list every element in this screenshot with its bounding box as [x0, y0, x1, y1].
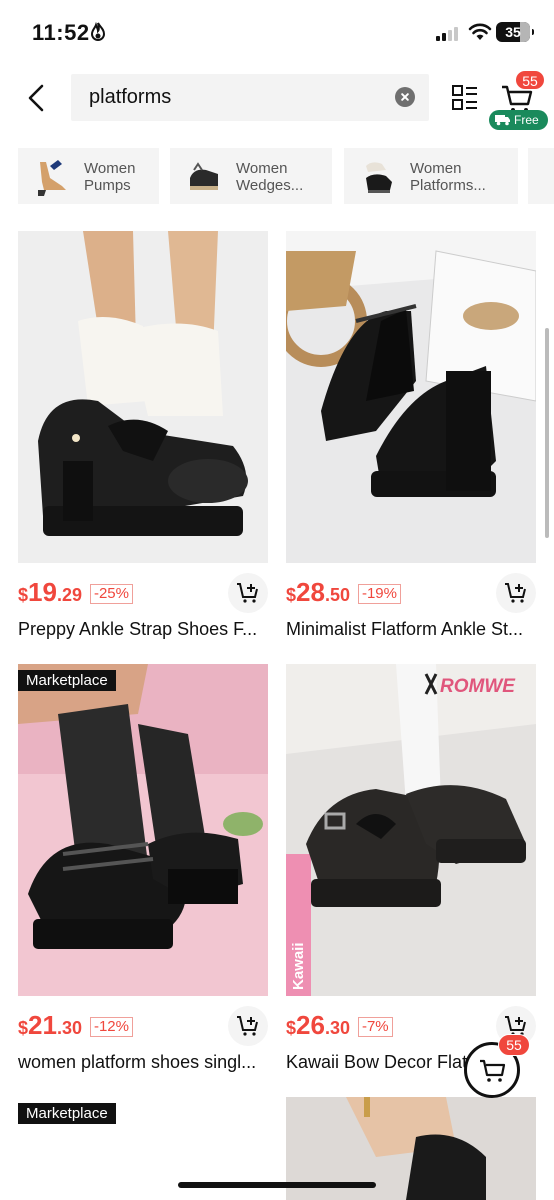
- price-integer: 28: [296, 577, 325, 607]
- chip-women-pumps[interactable]: Women Pumps: [18, 148, 159, 204]
- price-decimal: .50: [324, 585, 350, 605]
- price-currency: $: [18, 1018, 29, 1038]
- wifi-icon: [468, 23, 492, 40]
- marketplace-tag: Marketplace: [18, 1103, 116, 1124]
- product-card[interactable]: ROMWE Kawaii $ 26 .30 -7% Kawaii Bow Dec…: [286, 664, 536, 1084]
- cart-icon: [480, 1059, 506, 1082]
- price-decimal: .29: [56, 585, 82, 605]
- truck-icon: [495, 115, 510, 126]
- product-image[interactable]: [286, 664, 536, 996]
- scrollbar[interactable]: [545, 328, 549, 538]
- chip-more[interactable]: [528, 148, 554, 204]
- side-label: Kawaii: [290, 942, 307, 990]
- product-price: $ 28 .50 -19%: [286, 577, 401, 608]
- discount-badge: -19%: [357, 584, 401, 604]
- marketplace-tag: Marketplace: [18, 670, 116, 691]
- search-input[interactable]: platforms: [89, 86, 171, 109]
- add-to-cart-icon: [237, 583, 258, 603]
- product-image[interactable]: [18, 231, 268, 563]
- chip-women-wedges[interactable]: Women Wedges...: [170, 148, 332, 204]
- price-currency: $: [286, 1018, 297, 1038]
- add-to-cart-button[interactable]: [228, 1006, 268, 1046]
- home-indicator[interactable]: [178, 1182, 376, 1188]
- add-to-cart-button[interactable]: [228, 573, 268, 613]
- price-integer: 21: [28, 1010, 57, 1040]
- back-arrow-icon[interactable]: [24, 82, 48, 114]
- wedges-thumbnail-icon: [190, 162, 218, 190]
- chip-label: Women Pumps: [84, 160, 136, 194]
- discount-badge: -7%: [357, 1017, 393, 1037]
- product-price: $ 26 .30 -7%: [286, 1010, 393, 1041]
- free-shipping-badge: Free: [489, 110, 548, 130]
- cellular-signal-icon: [436, 25, 458, 41]
- category-chips: Women Pumps Women Wedges... Women Platfo…: [18, 148, 554, 204]
- chip-label: Women Wedges...: [236, 160, 304, 194]
- price-currency: $: [18, 585, 29, 605]
- product-card[interactable]: Marketplace $ 21 .30 -12% women platform…: [18, 664, 268, 1084]
- product-price: $ 21 .30 -12%: [18, 1010, 133, 1041]
- product-title[interactable]: Minimalist Flatform Ankle St...: [286, 619, 536, 640]
- product-title[interactable]: Preppy Ankle Strap Shoes F...: [18, 619, 268, 640]
- pumps-thumbnail-icon: [38, 160, 66, 196]
- search-bar[interactable]: platforms: [71, 74, 429, 121]
- price-integer: 26: [296, 1010, 325, 1040]
- price-decimal: .30: [56, 1018, 82, 1038]
- product-card[interactable]: $ 28 .50 -19% Minimalist Flatform Ankle …: [286, 231, 536, 651]
- price-integer: 19: [28, 577, 57, 607]
- add-to-cart-icon: [505, 583, 526, 603]
- product-price: $ 19 .29 -25%: [18, 577, 133, 608]
- list-view-toggle-icon[interactable]: [451, 84, 479, 112]
- brand-watermark: ROMWE: [440, 676, 515, 697]
- discount-badge: -25%: [89, 584, 133, 604]
- product-title[interactable]: women platform shoes singl...: [18, 1052, 268, 1073]
- price-decimal: .30: [324, 1018, 350, 1038]
- status-bar: 11:52 35: [0, 0, 554, 66]
- product-image[interactable]: [286, 231, 536, 563]
- product-card[interactable]: $ 19 .29 -25% Preppy Ankle Strap Shoes F…: [18, 231, 268, 651]
- floating-cart-badge: 55: [498, 1034, 530, 1056]
- status-time: 11:52: [32, 20, 90, 45]
- activity-icon: [90, 22, 106, 41]
- platforms-thumbnail-icon: [366, 162, 392, 193]
- chip-label: Women Platforms...: [410, 160, 486, 194]
- add-to-cart-button[interactable]: [496, 573, 536, 613]
- chip-women-platforms[interactable]: Women Platforms...: [344, 148, 518, 204]
- free-label: Free: [514, 113, 539, 127]
- product-image[interactable]: [18, 664, 268, 996]
- clear-search-icon[interactable]: [395, 87, 415, 107]
- cart-count-badge: 55: [515, 70, 545, 90]
- battery-icon: 35: [496, 22, 534, 42]
- discount-badge: -12%: [89, 1017, 133, 1037]
- add-to-cart-icon: [237, 1016, 258, 1036]
- battery-level: 35: [505, 24, 521, 40]
- price-currency: $: [286, 585, 297, 605]
